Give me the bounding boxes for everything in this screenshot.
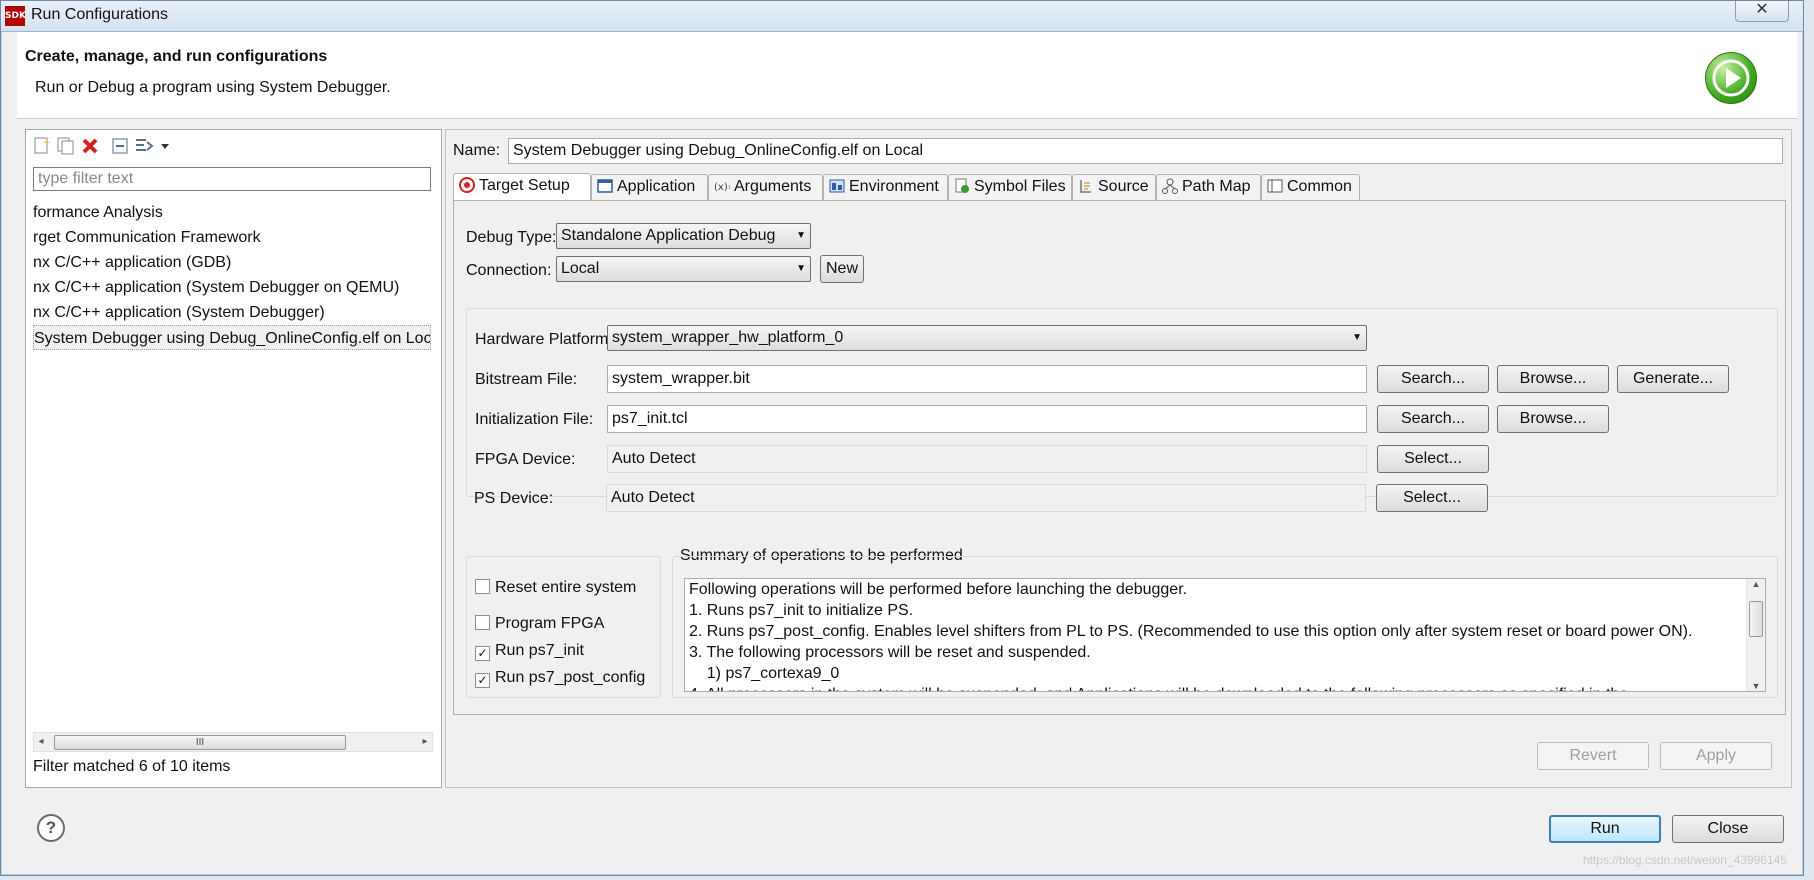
bitstream-file-input[interactable]: system_wrapper.bit xyxy=(607,365,1367,393)
init-search-button[interactable]: Search... xyxy=(1377,405,1489,433)
header-title: Create, manage, and run configurations xyxy=(25,48,328,65)
environment-icon xyxy=(829,178,845,194)
bitstream-browse-button[interactable]: Browse... xyxy=(1497,365,1609,393)
tab-environment[interactable]: Environment xyxy=(823,174,948,200)
filter-icon[interactable] xyxy=(134,136,154,156)
duplicate-config-icon[interactable] xyxy=(56,136,76,156)
header-subtitle: Run or Debug a program using System Debu… xyxy=(35,79,391,96)
tab-source[interactable]: Source xyxy=(1072,174,1156,200)
init-browse-button[interactable]: Browse... xyxy=(1497,405,1609,433)
application-icon xyxy=(597,178,613,194)
configuration-tree: formance Analysis rget Communication Fra… xyxy=(33,200,431,700)
filter-input[interactable]: type filter text xyxy=(33,167,431,191)
tab-arguments[interactable]: (x)=Arguments xyxy=(708,174,823,200)
help-icon[interactable]: ? xyxy=(37,814,65,842)
check-icon: ✓ xyxy=(475,646,490,661)
bitstream-generate-button[interactable]: Generate... xyxy=(1617,365,1729,393)
checkbox-box xyxy=(475,579,490,594)
chevron-down-icon: ▼ xyxy=(796,230,806,241)
summary-text-area[interactable]: Following operations will be performed b… xyxy=(684,578,1766,692)
source-icon xyxy=(1078,178,1094,194)
tree-item-selected-config[interactable]: System Debugger using Debug_OnlineConfig… xyxy=(33,325,431,350)
tab-common[interactable]: Common xyxy=(1261,174,1360,200)
horizontal-scrollbar[interactable]: ◂ III ▸ xyxy=(33,732,433,752)
tree-item-xilinx-system-debugger-qemu[interactable]: nx C/C++ application (System Debugger on… xyxy=(33,275,431,300)
operations-checkbox-group: Reset entire system Program FPGA ✓ Run ps… xyxy=(466,556,661,698)
run-configurations-dialog: SDK Run Configurations ✕ Create, manage,… xyxy=(0,0,1804,876)
tree-item-target-communication-framework[interactable]: rget Communication Framework xyxy=(33,225,431,250)
arguments-icon: (x)= xyxy=(714,178,736,194)
ps-device-label: PS Device: xyxy=(474,490,554,507)
delete-config-icon[interactable] xyxy=(80,136,100,156)
debug-type-label: Debug Type: xyxy=(466,229,557,246)
connection-select[interactable]: Local ▼ xyxy=(556,256,811,282)
path-map-icon xyxy=(1162,178,1178,194)
run-banner-icon xyxy=(1705,52,1757,104)
scroll-left-arrow[interactable]: ◂ xyxy=(34,734,48,750)
reset-entire-system-checkbox[interactable]: Reset entire system xyxy=(475,579,636,597)
name-label: Name: xyxy=(453,142,501,159)
scroll-down-arrow[interactable]: ▼ xyxy=(1747,681,1765,691)
collapse-all-icon[interactable] xyxy=(110,136,130,156)
ps-device-field: Auto Detect xyxy=(606,484,1366,512)
title-bar: SDK Run Configurations ✕ xyxy=(1,1,1803,32)
chevron-down-icon: ▼ xyxy=(796,263,806,274)
close-button[interactable]: Close xyxy=(1672,815,1784,843)
scroll-up-arrow[interactable]: ▲ xyxy=(1747,579,1765,589)
vertical-scrollbar[interactable]: ▲ ▼ xyxy=(1746,579,1765,691)
menu-dropdown-icon[interactable] xyxy=(156,136,176,156)
tab-path-map[interactable]: Path Map xyxy=(1156,174,1261,200)
tab-target-setup[interactable]: Target Setup xyxy=(453,173,591,201)
svg-text:+: + xyxy=(43,138,51,148)
filter-status: Filter matched 6 of 10 items xyxy=(33,758,231,775)
ps-select-button[interactable]: Select... xyxy=(1376,484,1488,512)
dialog-header: Create, manage, and run configurations R… xyxy=(17,32,1797,119)
tab-symbol-files[interactable]: Symbol Files xyxy=(948,174,1072,200)
scroll-right-arrow[interactable]: ▸ xyxy=(418,734,432,750)
tree-item-xilinx-system-debugger[interactable]: nx C/C++ application (System Debugger) xyxy=(33,300,431,325)
tree-item-performance-analysis[interactable]: formance Analysis xyxy=(33,200,431,225)
new-config-icon[interactable]: + xyxy=(32,136,52,156)
tree-item-xilinx-gdb[interactable]: nx C/C++ application (GDB) xyxy=(33,250,431,275)
common-icon xyxy=(1267,178,1283,194)
program-fpga-checkbox[interactable]: Program FPGA xyxy=(475,615,604,633)
chevron-down-icon: ▼ xyxy=(1352,332,1362,343)
window-title: Run Configurations xyxy=(31,6,168,23)
symbol-files-icon xyxy=(954,178,970,194)
connection-label: Connection: xyxy=(466,262,552,279)
checkbox-box xyxy=(475,615,490,630)
configuration-list-panel: + type filter text formance Analysis rge… xyxy=(25,129,442,788)
apply-button[interactable]: Apply xyxy=(1660,742,1772,770)
initialization-file-input[interactable]: ps7_init.tcl xyxy=(607,405,1367,433)
hardware-platform-label: Hardware Platform: xyxy=(475,331,613,348)
debug-type-select[interactable]: Standalone Application Debug ▼ xyxy=(556,223,811,249)
watermark: https://blog.csdn.net/weixin_43996145 xyxy=(1582,853,1787,867)
run-ps7-init-checkbox[interactable]: ✓ Run ps7_init xyxy=(475,642,584,661)
run-ps7-post-config-checkbox[interactable]: ✓ Run ps7_post_config xyxy=(475,669,645,688)
new-connection-button[interactable]: New xyxy=(820,255,864,283)
hardware-group: Hardware Platform: system_wrapper_hw_pla… xyxy=(466,308,1778,497)
svg-text:(x)=: (x)= xyxy=(714,182,730,193)
check-icon: ✓ xyxy=(475,673,490,688)
fpga-device-label: FPGA Device: xyxy=(475,451,576,468)
scrollbar-thumb[interactable]: III xyxy=(54,735,346,750)
scrollbar-thumb[interactable] xyxy=(1749,601,1763,637)
tab-application[interactable]: Application xyxy=(591,174,708,200)
fpga-device-field: Auto Detect xyxy=(607,445,1367,473)
hardware-platform-select[interactable]: system_wrapper_hw_platform_0 ▼ xyxy=(607,325,1367,351)
config-toolbar: + xyxy=(26,130,441,162)
configuration-editor-panel: Name: System Debugger using Debug_Online… xyxy=(445,129,1792,788)
target-icon xyxy=(459,177,475,193)
revert-button[interactable]: Revert xyxy=(1537,742,1649,770)
bitstream-file-label: Bitstream File: xyxy=(475,371,578,388)
run-button[interactable]: Run xyxy=(1549,815,1661,843)
initialization-file-label: Initialization File: xyxy=(475,411,594,428)
fpga-select-button[interactable]: Select... xyxy=(1377,445,1489,473)
window-close-button[interactable]: ✕ xyxy=(1735,1,1789,22)
bitstream-search-button[interactable]: Search... xyxy=(1377,365,1489,393)
sdk-app-icon: SDK xyxy=(5,6,26,26)
name-input[interactable]: System Debugger using Debug_OnlineConfig… xyxy=(508,138,1783,164)
target-setup-body: Debug Type: Standalone Application Debug… xyxy=(453,200,1786,715)
